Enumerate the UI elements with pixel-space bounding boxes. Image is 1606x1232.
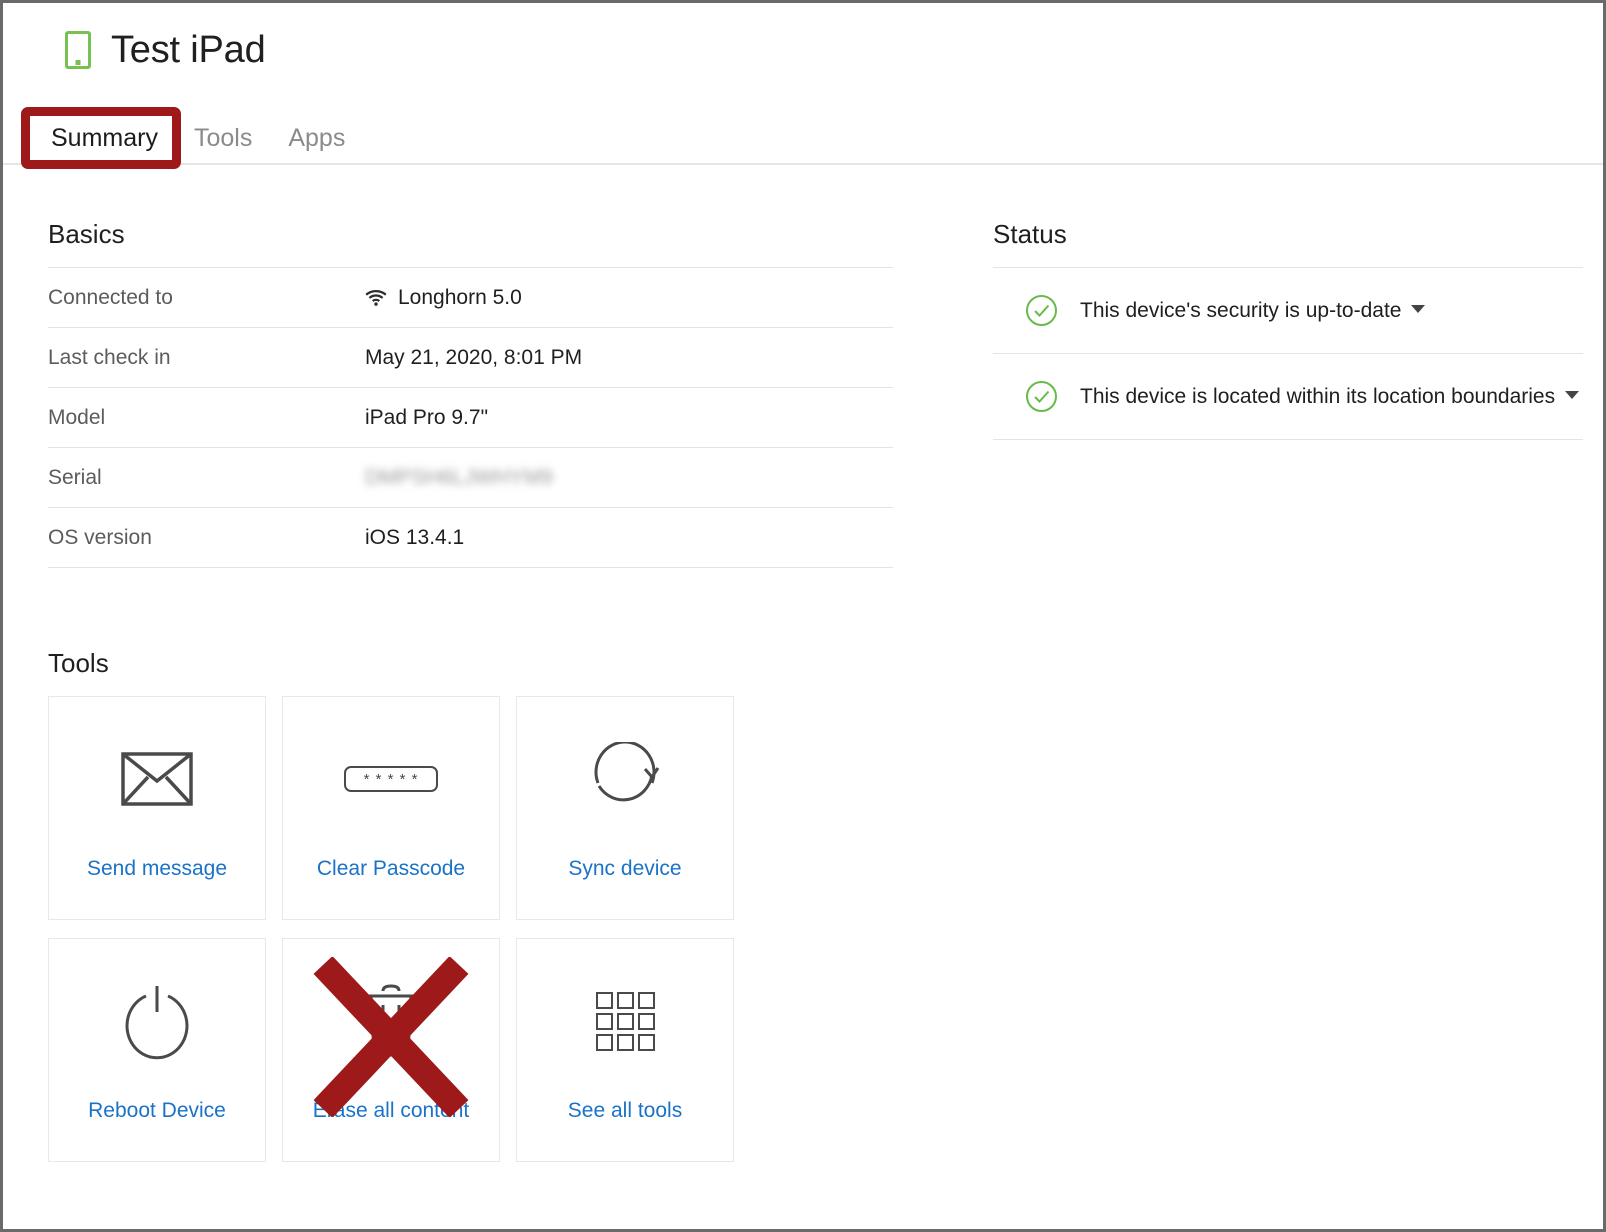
page-title: Test iPad — [111, 29, 266, 71]
row-label: Last check in — [48, 345, 171, 369]
tab-bar-divider — [3, 163, 1603, 165]
row-label: Connected to — [48, 285, 173, 309]
table-row: Serial DMPSH6LJWHYM9 — [48, 448, 893, 508]
tool-label: Send message — [86, 857, 228, 880]
check-circle-icon — [1025, 380, 1058, 413]
tool-card-erase-all-content[interactable]: Erase all content — [282, 938, 500, 1162]
table-row: Model iPad Pro 9.7" — [48, 388, 893, 448]
table-row: Connected to Longhorn 5.0 — [48, 268, 893, 328]
chevron-down-icon[interactable] — [1411, 304, 1426, 313]
tool-label: Reboot Device — [88, 1099, 226, 1122]
basics-heading: Basics — [48, 219, 125, 249]
check-circle-icon — [1025, 294, 1058, 327]
status-label: This device is located within its locati… — [1080, 384, 1556, 408]
tools-grid: Send message * * * * * Clear Passcode Sy… — [48, 696, 903, 1162]
status-row-location[interactable]: This device is located within its locati… — [993, 354, 1583, 440]
status-list: This device's security is up-to-date Thi… — [993, 267, 1583, 440]
row-label: OS version — [48, 525, 152, 549]
row-label: Model — [48, 405, 106, 429]
tool-label: See all tools — [567, 1099, 683, 1122]
tab-bar: Summary Tools Apps — [3, 107, 1603, 169]
row-value: DMPSH6LJWHYM9 — [365, 465, 553, 489]
tool-label: Erase all content — [312, 1099, 470, 1122]
table-row: Last check in May 21, 2020, 8:01 PM — [48, 328, 893, 388]
right-column: Status This device's security is up-to-d… — [903, 221, 1603, 1162]
row-value-wrapper: Longhorn 5.0 — [365, 286, 522, 310]
row-value: iPad Pro 9.7" — [365, 405, 489, 429]
tool-card-send-message[interactable]: Send message — [48, 696, 266, 920]
passcode-mask: * * * * * — [344, 766, 438, 792]
status-heading: Status — [993, 219, 1067, 249]
envelope-icon — [121, 719, 193, 839]
tab-tools[interactable]: Tools — [176, 126, 270, 165]
wifi-icon — [365, 289, 387, 306]
page-header: Test iPad — [3, 3, 1603, 71]
status-label: This device's security is up-to-date — [1080, 298, 1402, 322]
tool-card-reboot-device[interactable]: Reboot Device — [48, 938, 266, 1162]
grid-icon — [595, 961, 655, 1081]
tools-section: Tools Send message * * * * * Clear Passc… — [48, 650, 903, 1162]
tool-card-see-all-tools[interactable]: See all tools — [516, 938, 734, 1162]
tablet-icon — [65, 31, 91, 69]
tab-summary[interactable]: Summary — [33, 126, 176, 168]
tool-card-clear-passcode[interactable]: * * * * * Clear Passcode — [282, 696, 500, 920]
status-row-security[interactable]: This device's security is up-to-date — [993, 268, 1583, 354]
table-row: OS version iOS 13.4.1 — [48, 508, 893, 568]
power-icon — [121, 961, 193, 1081]
main-content: Basics Connected to Longhorn 5.0 Last ch… — [3, 165, 1603, 1162]
passcode-icon: * * * * * — [344, 719, 438, 839]
trash-icon — [359, 961, 423, 1081]
row-label: Serial — [48, 465, 102, 489]
chevron-down-icon[interactable] — [1565, 390, 1580, 399]
tools-heading: Tools — [48, 648, 109, 678]
sync-icon — [588, 719, 662, 839]
tool-card-sync-device[interactable]: Sync device — [516, 696, 734, 920]
basics-table: Connected to Longhorn 5.0 Last check in … — [48, 267, 893, 568]
device-detail-window: Test iPad Summary Tools Apps Basics Conn… — [0, 0, 1606, 1232]
tool-label: Clear Passcode — [316, 857, 466, 880]
row-value: iOS 13.4.1 — [365, 525, 465, 549]
tool-label: Sync device — [568, 857, 682, 880]
left-column: Basics Connected to Longhorn 5.0 Last ch… — [3, 221, 903, 1162]
row-value: May 21, 2020, 8:01 PM — [365, 345, 583, 369]
tab-apps[interactable]: Apps — [270, 126, 363, 165]
row-value: Longhorn 5.0 — [398, 285, 522, 309]
